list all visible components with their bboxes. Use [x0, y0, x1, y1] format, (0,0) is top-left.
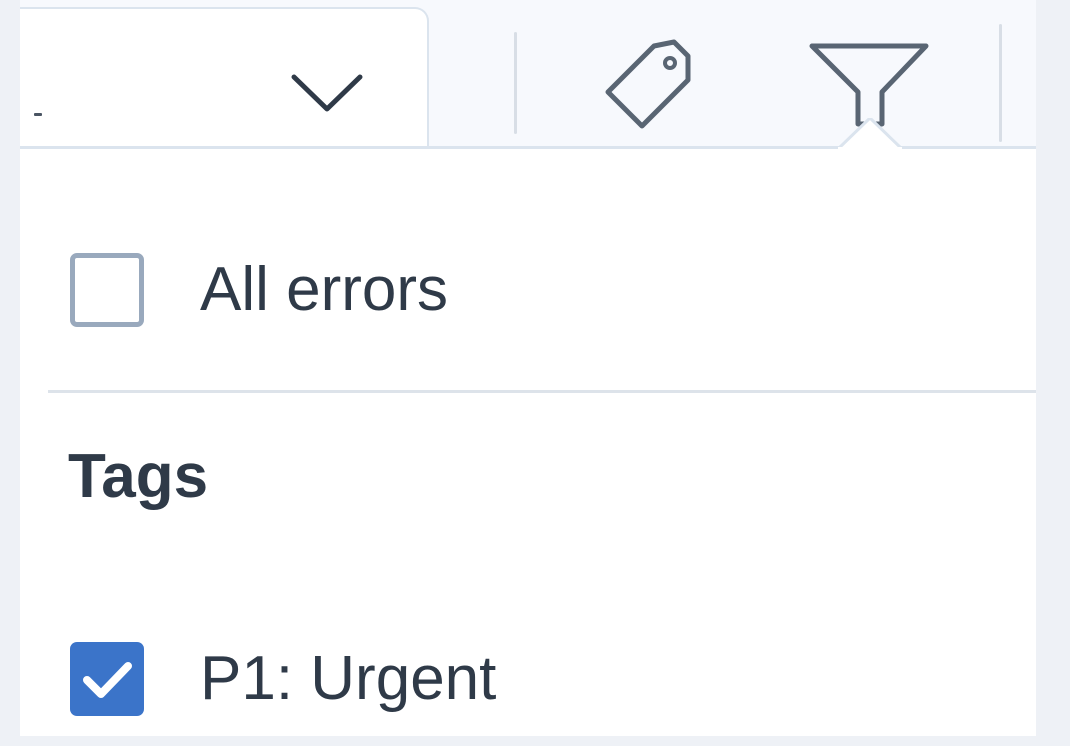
all-errors-option[interactable]: All errors: [70, 253, 448, 327]
tag-option-p1-urgent[interactable]: P1: Urgent: [70, 642, 496, 716]
toolbar: [20, 0, 1036, 150]
checkmark-icon: [83, 662, 132, 698]
chevron-down-icon: [291, 74, 363, 112]
dropdown-selected-value: [34, 113, 42, 116]
p1-urgent-label: P1: Urgent: [200, 644, 497, 713]
divider: [48, 390, 1036, 393]
tag-icon[interactable]: [584, 22, 714, 142]
all-errors-label: All errors: [200, 255, 449, 324]
toolbar-separator-right: [999, 24, 1002, 142]
all-errors-checkbox[interactable]: [70, 253, 144, 327]
tags-heading: Tags: [68, 442, 209, 511]
filter-popover-window: All errors Tags P1: Urgent: [20, 0, 1036, 736]
p1-urgent-checkbox[interactable]: [70, 642, 144, 716]
dropdown-select[interactable]: [20, 7, 429, 148]
popover-caret: [838, 118, 902, 150]
toolbar-separator: [514, 32, 517, 134]
